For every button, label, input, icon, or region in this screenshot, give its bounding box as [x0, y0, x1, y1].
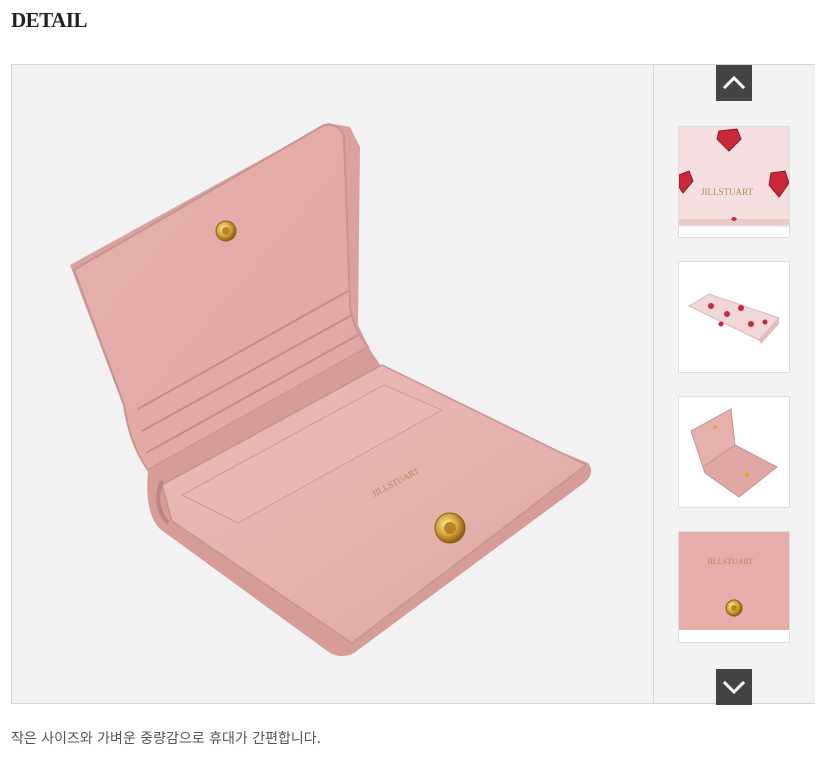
chevron-up-icon: [722, 75, 746, 90]
main-product-image: JILLSTUART: [12, 65, 653, 703]
thumbnail-rail: JILLSTUART JILLSTUART: [653, 65, 815, 705]
thumbnail-2[interactable]: [678, 261, 790, 373]
scroll-down-button[interactable]: [716, 669, 752, 705]
product-image-gallery: JILLSTUART JILLSTUART JILLSTUART: [11, 64, 815, 705]
section-title: DETAIL: [11, 8, 87, 32]
wallet-open-image: JILLSTUART: [70, 123, 592, 656]
heart-print-closeup-thumbnail: JILLSTUART: [679, 127, 789, 227]
chevron-down-icon: [722, 680, 746, 695]
brand-print: JILLSTUART: [707, 557, 753, 566]
scroll-up-button[interactable]: [716, 65, 752, 101]
thumbnail-4[interactable]: JILLSTUART: [678, 531, 790, 643]
logo-snap-closeup-thumbnail: JILLSTUART: [679, 532, 789, 642]
thumbnail-3[interactable]: [678, 396, 790, 508]
brand-print: JILLSTUART: [701, 187, 753, 197]
product-caption: 작은 사이즈와 가벼운 중량감으로 휴대가 간편합니다.: [11, 731, 322, 747]
thumbnail-1[interactable]: JILLSTUART: [678, 126, 790, 238]
pink-wallet-open-thumbnail: [679, 397, 789, 507]
heart-print-wallet-thumbnail: [679, 262, 789, 372]
